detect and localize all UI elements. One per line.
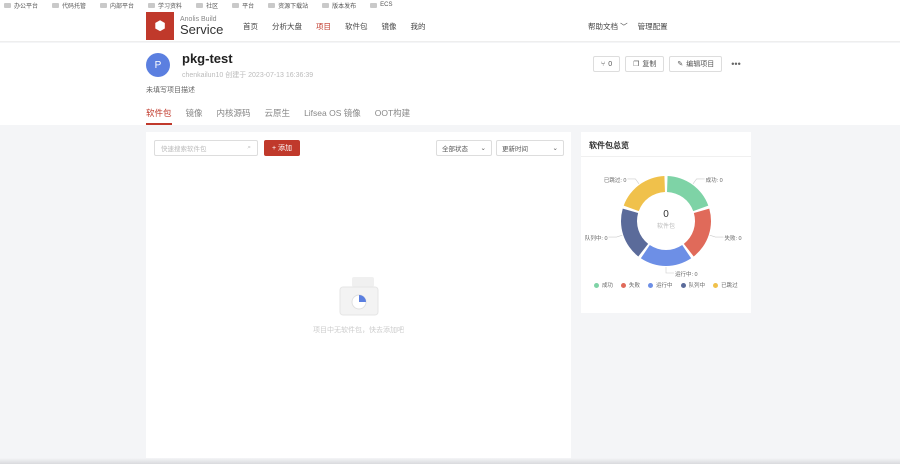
legend-item[interactable]: 成功 <box>594 281 613 289</box>
legend-dot-icon <box>648 282 654 288</box>
bookmark-item[interactable]: 版本发布 <box>322 1 356 10</box>
folder-icon <box>4 2 11 8</box>
avatar: P <box>146 53 170 77</box>
chart-data-label: 运行中: 0 <box>675 272 698 278</box>
bookmarks-bar: 办公平台 代码托管 内部平台 学习资料 社区 平台 资源下载站 版本发布 ECS <box>0 0 900 10</box>
tab-images[interactable]: 镜像 <box>186 107 203 125</box>
add-package-button[interactable]: + 添加 <box>264 140 300 156</box>
donut-slice-0[interactable] <box>667 176 709 212</box>
nav-item-home[interactable]: 首页 <box>243 21 258 32</box>
sort-select[interactable]: 更新时间 ⌄ <box>496 140 564 156</box>
empty-box-icon <box>339 277 379 316</box>
chevron-down-icon: ⌄ <box>480 145 486 152</box>
search-input[interactable]: 快速搜索软件包 ⌕ <box>154 140 258 156</box>
bookmark-item[interactable]: 代码托管 <box>52 1 86 10</box>
empty-state-text: 项目中无软件包，快去添加吧 <box>313 327 404 334</box>
legend-dot-icon <box>621 282 627 288</box>
folder-icon <box>148 2 156 8</box>
logo-cube-icon: ⬢ <box>146 12 174 40</box>
project-name: pkg-test <box>182 51 233 66</box>
tab-oot-build[interactable]: OOT构建 <box>375 107 410 125</box>
folder-icon <box>268 2 276 8</box>
nav-item-images[interactable]: 镜像 <box>382 21 397 32</box>
bookmark-item[interactable]: 平台 <box>232 1 254 10</box>
bookmark-item[interactable]: 社区 <box>196 1 218 10</box>
help-docs-menu[interactable]: 帮助文档 ﹀ <box>588 21 628 32</box>
legend-item[interactable]: 失败 <box>621 281 640 289</box>
more-icon[interactable]: ••• <box>727 59 740 69</box>
edit-icon: ✎ <box>677 61 684 68</box>
tab-packages[interactable]: 软件包 <box>146 107 172 125</box>
bookmark-item[interactable]: 学习资料 <box>148 1 182 10</box>
nav-item-packages[interactable]: 软件包 <box>345 21 368 32</box>
legend-item[interactable]: 已跳过 <box>713 281 738 289</box>
chart-legend: 成功 失败 运行中 队列中 已跳过 <box>594 281 744 289</box>
legend-dot-icon <box>594 282 599 288</box>
donut-slice-4[interactable] <box>623 176 665 212</box>
tab-lifsea-os-image[interactable]: Lifsea OS 镜像 <box>304 107 361 125</box>
chart-data-label: 失败: 0 <box>724 236 742 243</box>
search-icon: ⌕ <box>247 144 251 151</box>
manage-config-link[interactable]: 管理配置 <box>638 21 668 32</box>
chevron-down-icon: ⌄ <box>552 145 558 152</box>
chart-data-label: 已跳过: 0 <box>603 177 627 184</box>
copy-icon: ❐ <box>633 61 640 68</box>
folder-icon <box>370 2 378 8</box>
package-list-panel: 快速搜索软件包 ⌕ + 添加 全部状态 ⌄ 更新时间 ⌄ 项目中无软件包，快去添加吧 <box>146 132 571 464</box>
edit-project-button[interactable]: ✎ 编辑项目 <box>669 56 723 72</box>
bookmark-item[interactable]: ECS <box>370 2 392 8</box>
bookmark-item[interactable]: 资源下载站 <box>268 1 308 10</box>
bottom-shadow <box>0 458 900 464</box>
fork-icon: ⑂ <box>601 60 606 68</box>
donut-slice-1[interactable] <box>683 208 711 257</box>
donut-slice-3[interactable] <box>621 208 649 257</box>
main-nav: 首页 分析大盘 项目 软件包 镜像 我的 <box>243 21 426 32</box>
donut-slice-2[interactable] <box>640 245 692 266</box>
fork-button[interactable]: ⑂ 0 <box>593 56 621 72</box>
legend-item[interactable]: 队列中 <box>680 281 705 289</box>
folder-icon <box>232 2 240 8</box>
label-leader-line <box>627 178 640 184</box>
logo[interactable]: ⬢ Anolis Build Service <box>146 12 223 40</box>
legend-item[interactable]: 运行中 <box>648 281 673 289</box>
legend-dot-icon <box>713 282 719 288</box>
app-header: ⬢ Anolis Build Service 首页 分析大盘 项目 软件包 镜像… <box>0 10 900 42</box>
chevron-down-icon: ﹀ <box>620 22 628 31</box>
folder-icon <box>322 2 330 8</box>
tab-cloud-native[interactable]: 云原生 <box>265 107 291 125</box>
label-leader-line <box>665 267 674 274</box>
project-description: 未填写项目描述 <box>146 87 195 94</box>
nav-item-projects[interactable]: 项目 <box>316 21 331 32</box>
copy-button[interactable]: ❐ 复制 <box>625 56 665 72</box>
project-meta: chenkailun10 创建于 2023-07-13 16:36:39 <box>182 72 314 79</box>
tab-kernel-source[interactable]: 内核源码 <box>217 107 251 125</box>
folder-icon <box>100 2 108 8</box>
label-leader-line <box>709 234 724 238</box>
project-header: P pkg-test chenkailun10 创建于 2023-07-13 1… <box>0 43 900 125</box>
label-leader-line <box>608 234 623 238</box>
chart-center-value: 0 <box>663 209 669 220</box>
package-overview-card: 软件包总览 0 软件包 成功: 0 失败: 0 运行中: 0 队列中: 0 已跳过: 0… <box>581 132 751 313</box>
bookmark-item[interactable]: 内部平台 <box>100 1 134 10</box>
project-tabs: 软件包 镜像 内核源码 云原生 Lifsea OS 镜像 OOT构建 <box>146 107 410 125</box>
chart-center-label: 软件包 <box>657 222 675 230</box>
folder-icon <box>196 2 204 8</box>
chart-data-label: 队列中: 0 <box>584 236 608 243</box>
nav-item-dashboard[interactable]: 分析大盘 <box>272 21 302 32</box>
folder-icon <box>52 2 60 8</box>
legend-dot-icon <box>680 282 686 288</box>
bookmark-item[interactable]: 办公平台 <box>4 1 38 10</box>
label-leader-line <box>692 178 705 184</box>
status-select[interactable]: 全部状态 ⌄ <box>436 140 492 156</box>
logo-main-text: Service <box>180 22 224 37</box>
chart-data-label: 成功: 0 <box>705 177 723 184</box>
nav-item-mine[interactable]: 我的 <box>411 21 426 32</box>
